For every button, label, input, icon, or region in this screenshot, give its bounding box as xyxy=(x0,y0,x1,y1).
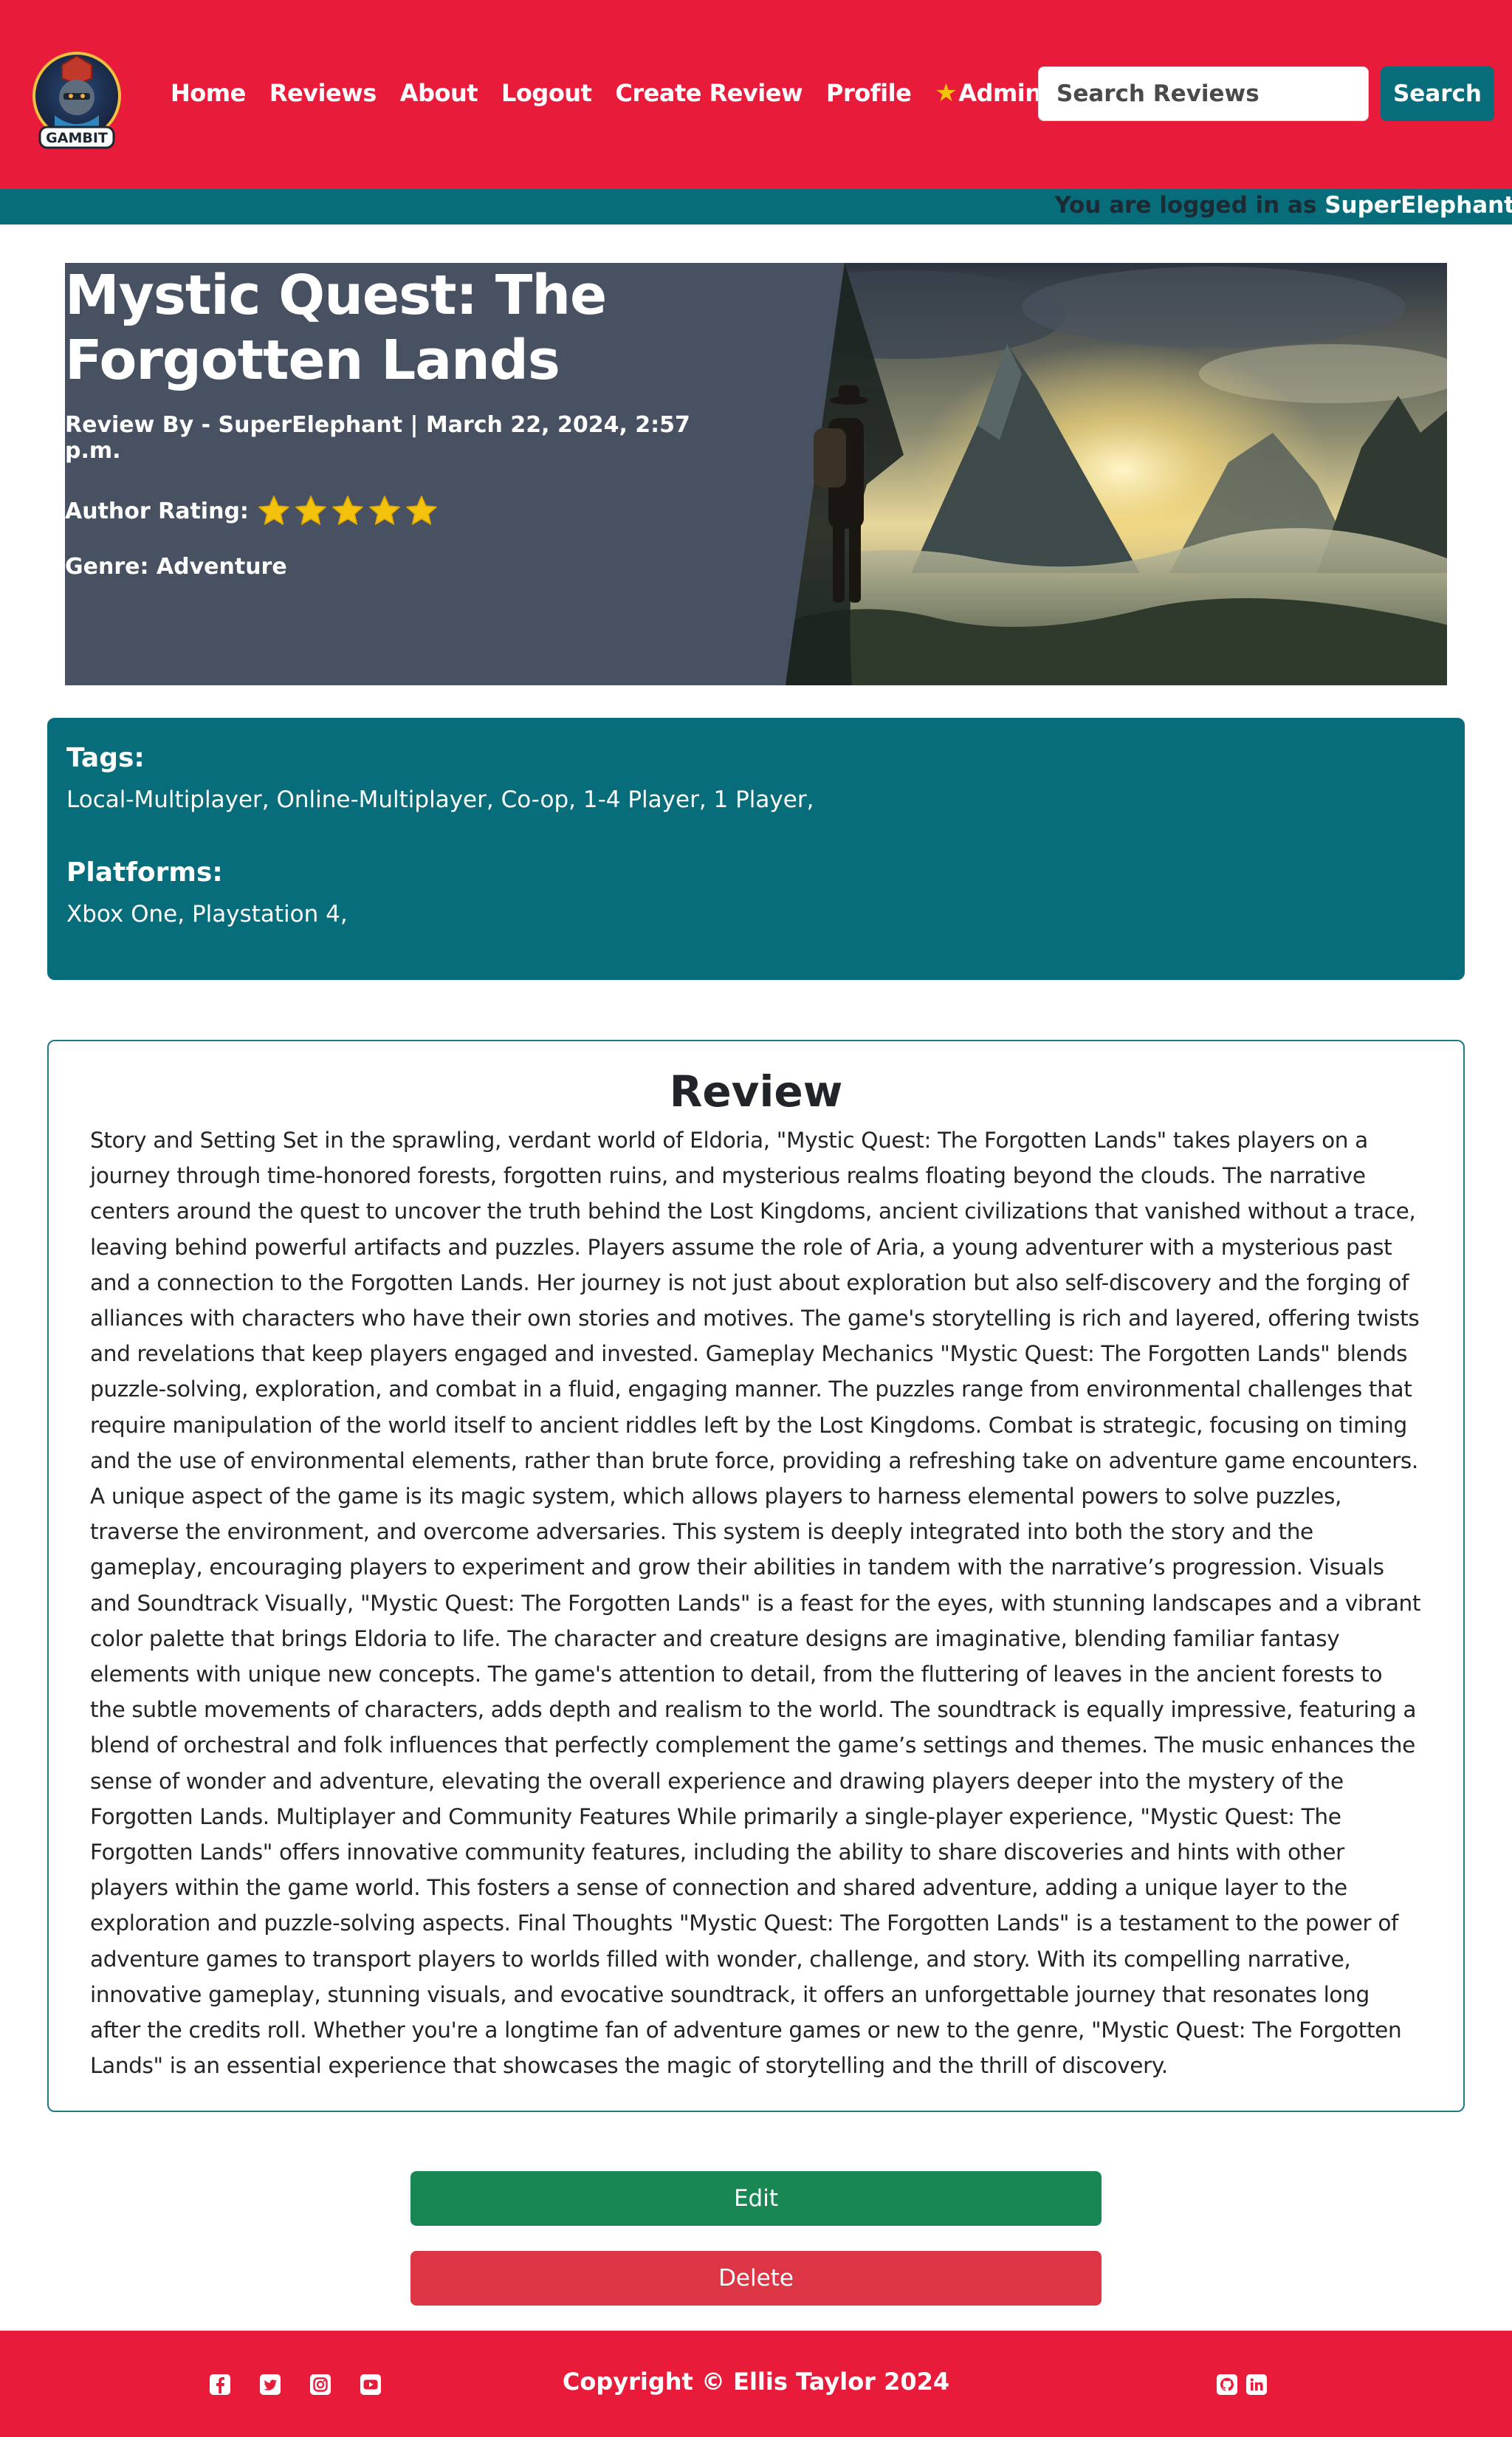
author-rating-label: Author Rating: xyxy=(65,498,249,524)
search-input[interactable] xyxy=(1038,66,1369,121)
main-nav: Home Reviews About Logout Create Review … xyxy=(171,77,1065,109)
login-status-bar: You are logged in as SuperElephant xyxy=(0,189,1512,224)
footer-contact-links xyxy=(1215,2373,1274,2399)
nav-profile[interactable]: Profile xyxy=(826,79,912,107)
platforms-heading: Platforms: xyxy=(66,857,223,888)
review-hero-info: Mystic Quest: The Forgotten Lands Review… xyxy=(65,263,729,580)
nav-reviews[interactable]: Reviews xyxy=(269,79,377,107)
login-username: SuperElephant xyxy=(1324,192,1512,219)
search-button[interactable]: Search xyxy=(1381,66,1494,121)
review-title: Mystic Quest: The Forgotten Lands xyxy=(65,264,607,392)
rating-star-icon xyxy=(295,496,326,525)
review-section-title: Review xyxy=(669,1066,843,1117)
review-hero: Mystic Quest: The Forgotten Lands Review… xyxy=(65,263,1447,685)
gambit-logo[interactable]: GAMBIT xyxy=(30,44,124,157)
author-rating: Author Rating: xyxy=(65,493,729,529)
platforms-list: Xbox One, Playstation 4, xyxy=(66,901,348,928)
delete-button[interactable]: Delete xyxy=(410,2251,1102,2306)
tags-heading: Tags: xyxy=(66,743,145,773)
rating-star-icon xyxy=(406,496,437,525)
login-status-text: You are logged in as SuperElephant xyxy=(1054,192,1512,219)
tags-list: Local-Multiplayer, Online-Multiplayer, C… xyxy=(66,786,814,813)
nav-create-review[interactable]: Create Review xyxy=(615,79,803,107)
review-body: Story and Setting Set in the sprawling, … xyxy=(90,1128,1421,2079)
rating-star-icon xyxy=(258,496,289,525)
review-genre: Genre: Adventure xyxy=(65,554,287,580)
review-byline: Review By - SuperElephant | March 22, 20… xyxy=(65,412,690,464)
star-icon: ★ xyxy=(935,78,958,108)
linkedin-icon[interactable] xyxy=(1245,2373,1274,2399)
rating-star-icon xyxy=(332,496,363,525)
nav-about[interactable]: About xyxy=(400,79,478,107)
nav-logout[interactable]: Logout xyxy=(501,79,592,107)
nav-home[interactable]: Home xyxy=(171,79,246,107)
game-cover-image xyxy=(756,263,1447,685)
navbar: GAMBIT Home Reviews About Logout Create … xyxy=(0,0,1512,189)
copyright-text: Copyright © Ellis Taylor 2024 xyxy=(562,2368,950,2396)
login-status-prefix: You are logged in as xyxy=(1054,192,1325,219)
review-content-box: Review Story and Setting Set in the spra… xyxy=(47,1040,1465,2112)
footer: Copyright © Ellis Taylor 2024 xyxy=(0,2331,1512,2437)
edit-button[interactable]: Edit xyxy=(410,2171,1102,2226)
tags-platforms-card: Tags: Local-Multiplayer, Online-Multipla… xyxy=(47,718,1465,980)
rating-star-icon xyxy=(369,496,400,525)
nav-admin[interactable]: ★ Admin xyxy=(935,78,1042,108)
nav-admin-label: Admin xyxy=(958,79,1042,107)
github-icon[interactable] xyxy=(1215,2373,1245,2399)
rating-stars xyxy=(256,493,441,529)
logo-text: GAMBIT xyxy=(46,130,108,146)
